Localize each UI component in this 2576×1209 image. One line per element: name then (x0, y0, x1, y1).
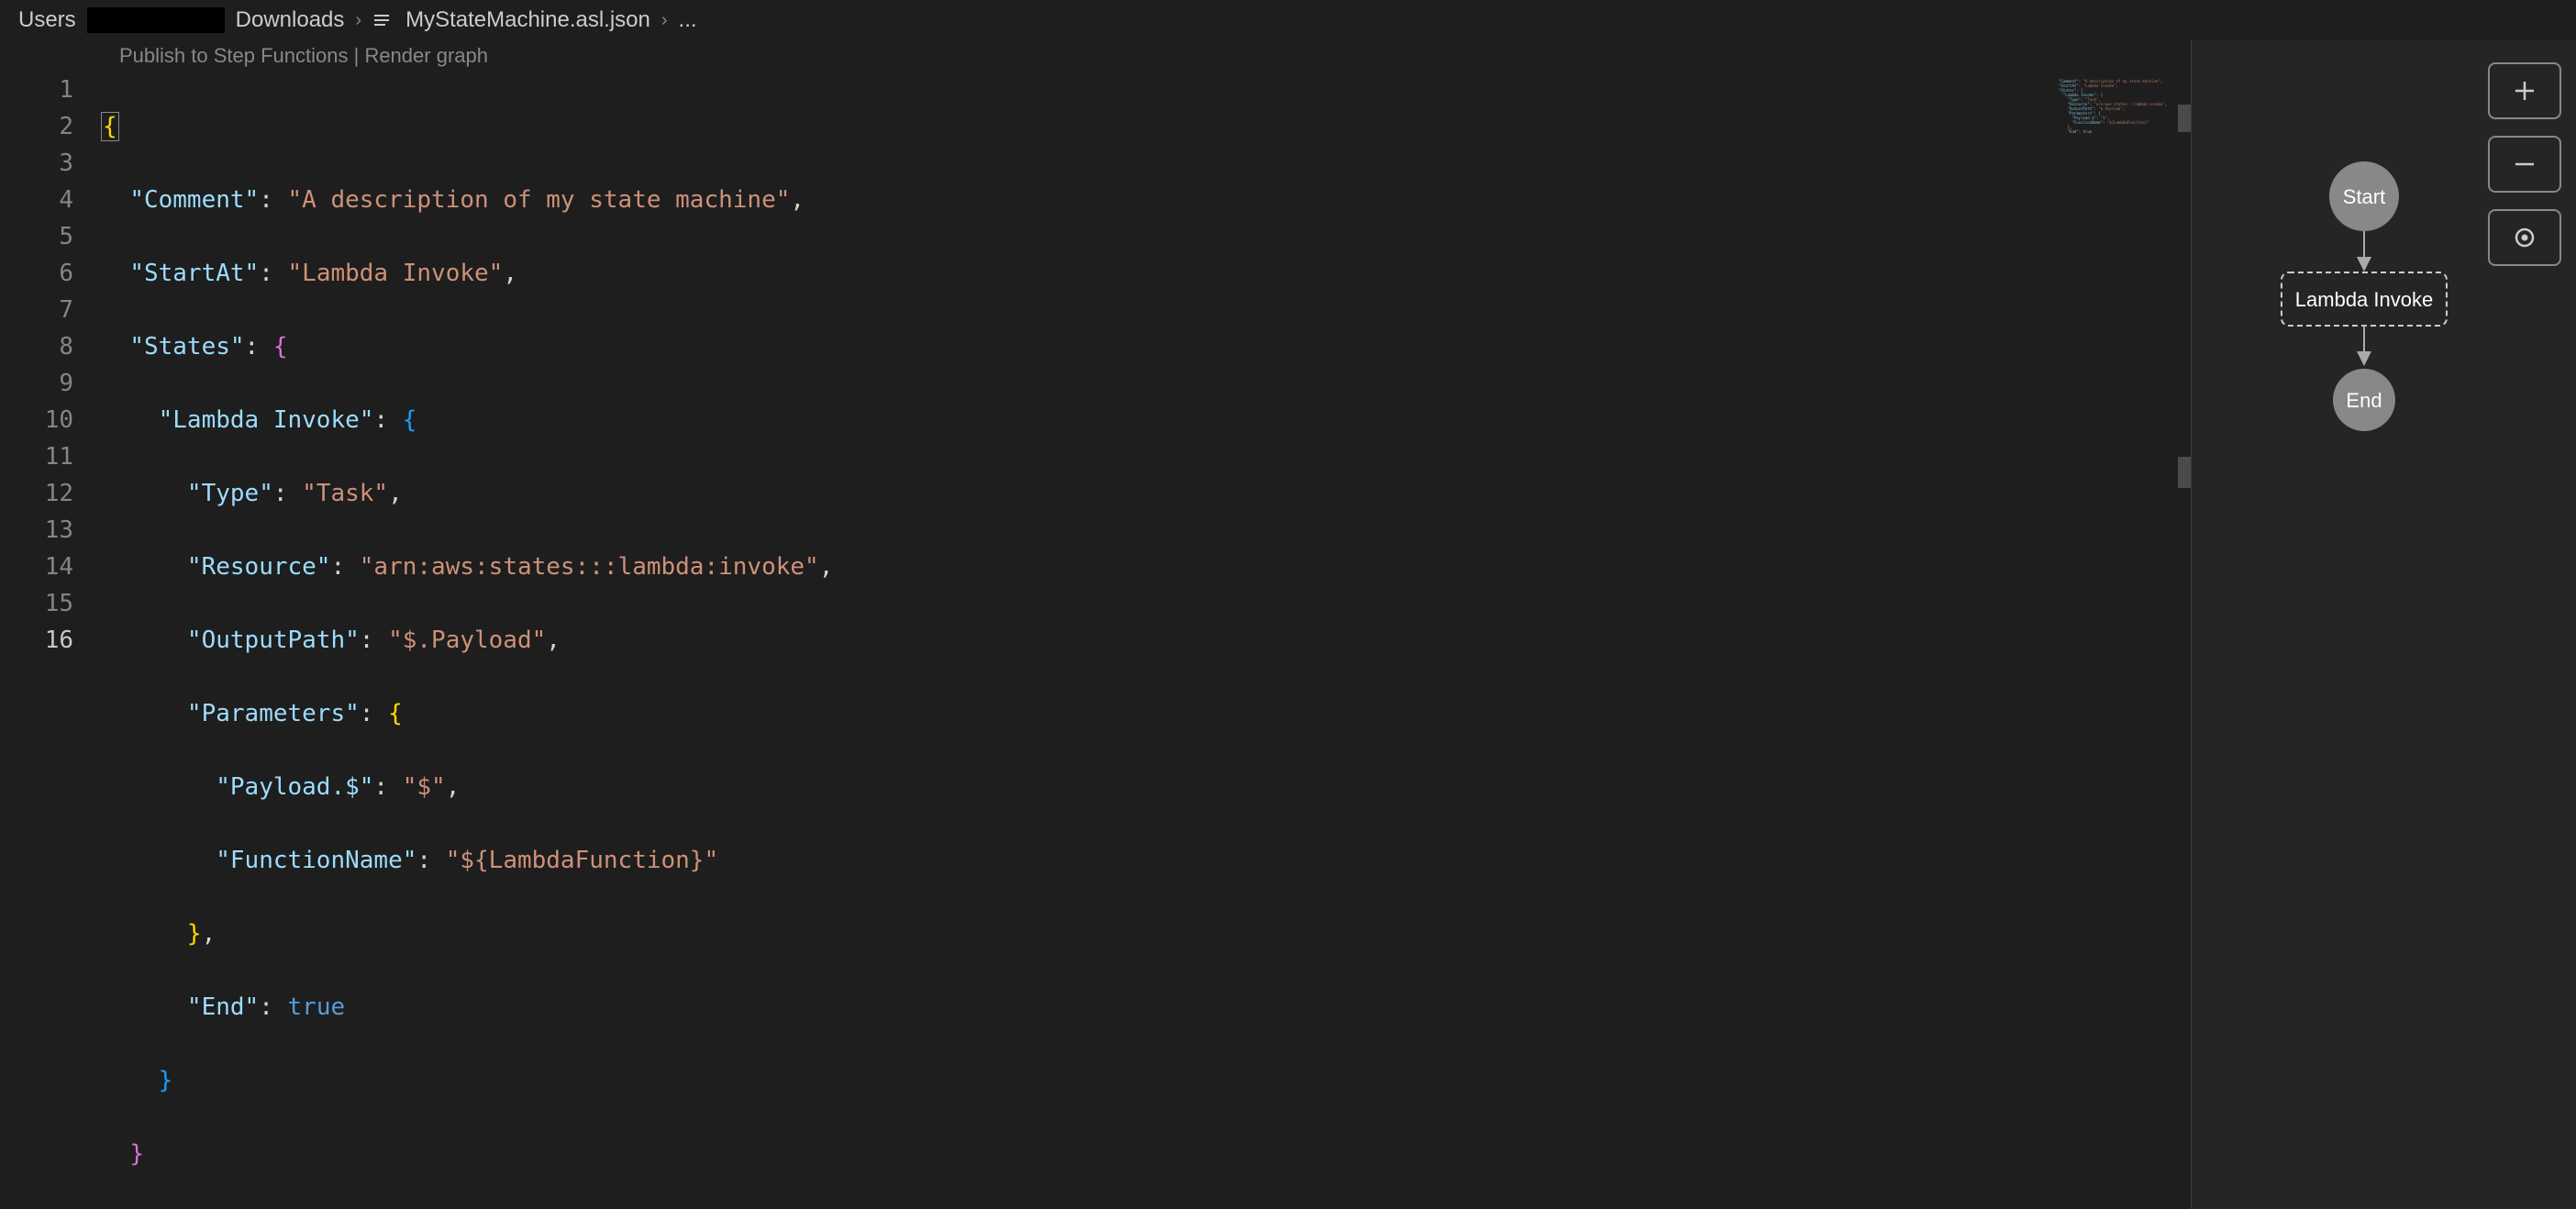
graph-start-label: Start (2342, 185, 2384, 208)
plus-icon (2512, 78, 2537, 104)
target-icon (2512, 225, 2537, 250)
line-number: 13 (0, 512, 73, 549)
line-number: 6 (0, 255, 73, 292)
code-lens-separator: | (348, 44, 364, 67)
line-number: 11 (0, 438, 73, 475)
line-number: 8 (0, 328, 73, 365)
render-graph-link[interactable]: Render graph (364, 44, 488, 67)
workflow-graph: Start Lambda Invoke End (2263, 132, 2465, 444)
graph-pane: Start Lambda Invoke End (2191, 40, 2576, 1209)
minus-icon (2512, 151, 2537, 177)
code-lens: Publish to Step Functions | Render graph (0, 40, 2191, 72)
code-content[interactable]: { "Comment": "A description of my state … (101, 72, 2191, 1209)
scrollbar-thumb[interactable] (2178, 457, 2191, 488)
line-number: 5 (0, 218, 73, 255)
graph-end-label: End (2346, 389, 2382, 412)
zoom-out-button[interactable] (2488, 136, 2561, 193)
breadcrumb-users[interactable]: Users (18, 7, 76, 33)
scrollbar[interactable] (2178, 72, 2191, 1209)
line-number: 14 (0, 549, 73, 585)
scrollbar-thumb[interactable] (2178, 105, 2191, 132)
line-number: 7 (0, 292, 73, 328)
line-number: 9 (0, 365, 73, 402)
editor-body[interactable]: 1 2 3 4 5 6 7 8 9 10 11 12 13 14 15 16 {… (0, 72, 2191, 1209)
json-file-icon (372, 11, 391, 29)
editor-pane: Publish to Step Functions | Render graph… (0, 40, 2191, 1209)
graph-task-label: Lambda Invoke (2294, 288, 2432, 311)
redacted-segment (87, 7, 225, 33)
line-number: 1 (0, 72, 73, 108)
line-number: 3 (0, 145, 73, 182)
chevron-right-icon: › (661, 10, 668, 31)
center-button[interactable] (2488, 209, 2561, 266)
breadcrumb-filename[interactable]: MyStateMachine.asl.json (405, 7, 650, 33)
line-number: 2 (0, 108, 73, 145)
chevron-right-icon: › (355, 10, 361, 31)
line-number: 4 (0, 182, 73, 218)
graph-controls (2488, 62, 2561, 266)
line-number-current: 16 (0, 622, 73, 659)
main-area: Publish to Step Functions | Render graph… (0, 40, 2576, 1209)
breadcrumb-downloads[interactable]: Downloads (236, 7, 345, 33)
zoom-in-button[interactable] (2488, 62, 2561, 119)
publish-link[interactable]: Publish to Step Functions (119, 44, 348, 67)
line-number: 15 (0, 585, 73, 622)
breadcrumb-ellipsis[interactable]: ... (679, 7, 697, 33)
line-gutter: 1 2 3 4 5 6 7 8 9 10 11 12 13 14 15 16 (0, 72, 101, 1209)
line-number: 10 (0, 402, 73, 438)
breadcrumb: Users Downloads › MyStateMachine.asl.jso… (0, 0, 2576, 40)
line-number: 12 (0, 475, 73, 512)
minimap[interactable]: "Comment": "A description of my state ma… (2059, 79, 2178, 152)
